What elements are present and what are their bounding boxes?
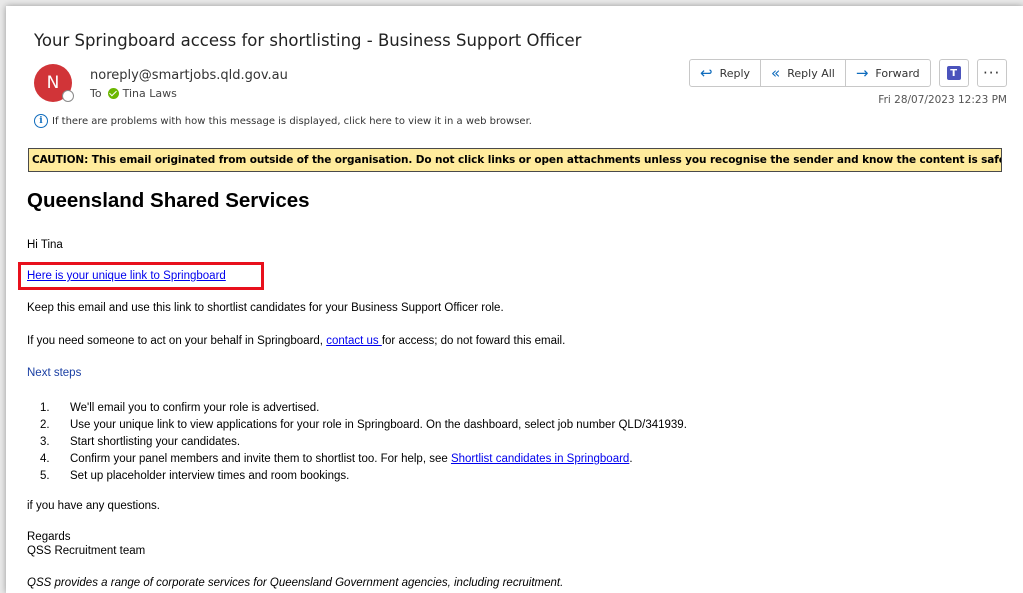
step-text: Set up placeholder interview times and r…: [70, 470, 350, 482]
footer-text: QSS provides a range of corporate servic…: [27, 577, 564, 589]
forward-button[interactable]: → Forward: [844, 60, 930, 86]
step-number: 5.: [40, 470, 50, 482]
list-item: 5. Set up placeholder interview times and…: [40, 469, 687, 486]
teams-icon: T: [946, 66, 961, 80]
step-text-after: .: [629, 453, 633, 465]
list-item: 1. We'll email you to confirm your role i…: [40, 401, 687, 418]
step-number: 2.: [40, 419, 50, 431]
questions-text: if you have any questions.: [27, 500, 160, 512]
list-item: 2. Use your unique link to view applicati…: [40, 418, 687, 435]
regards-text: Regards: [27, 531, 71, 543]
message-actions: ↩ Reply « Reply All → Forward T ···: [689, 59, 1007, 87]
reply-button[interactable]: ↩ Reply: [690, 60, 760, 86]
signature-team: QSS Recruitment team: [27, 545, 146, 557]
step-text: Start shortlisting your candidates.: [70, 436, 241, 448]
highlight-box: [18, 262, 264, 290]
list-item: 3. Start shortlisting your candidates.: [40, 435, 687, 452]
step-text: Confirm your panel members and invite th…: [70, 453, 451, 465]
step-text: We'll email you to confirm your role is …: [70, 402, 320, 414]
email-subject: Your Springboard access for shortlisting…: [34, 31, 582, 50]
list-item: 4. Confirm your panel members and invite …: [40, 452, 687, 469]
step-number: 4.: [40, 453, 50, 465]
reply-icon: ↩: [700, 64, 713, 82]
behalf-paragraph: If you need someone to act on your behal…: [27, 335, 565, 347]
next-steps-heading: Next steps: [27, 367, 82, 379]
teams-button[interactable]: T: [938, 59, 969, 87]
email-reading-pane: Your Springboard access for shortlisting…: [6, 6, 1023, 593]
step-text: Use your unique link to view application…: [70, 419, 687, 431]
caution-banner: CAUTION: This email originated from outs…: [28, 148, 1002, 172]
recipient-name[interactable]: Tina Laws: [123, 87, 177, 100]
reply-label: Reply: [719, 66, 751, 80]
reply-all-icon: «: [771, 64, 781, 82]
behalf-text-pre: If you need someone to act on your behal…: [27, 335, 327, 347]
display-problem-notice[interactable]: i If there are problems with how this me…: [34, 114, 532, 128]
avatar-initial: N: [46, 73, 60, 93]
steps-list: 1. We'll email you to confirm your role i…: [40, 401, 687, 486]
received-date: Fri 28/07/2023 12:23 PM: [878, 94, 1007, 106]
to-label: To: [90, 87, 102, 100]
forward-label: Forward: [875, 66, 920, 80]
more-actions-button[interactable]: ···: [976, 59, 1007, 87]
presence-available-icon: [107, 88, 119, 99]
reply-all-button[interactable]: « Reply All: [760, 60, 845, 86]
reply-all-label: Reply All: [787, 66, 835, 80]
display-problem-text[interactable]: If there are problems with how this mess…: [52, 116, 532, 127]
organisation-heading: Queensland Shared Services: [27, 189, 310, 212]
recipient-line: To Tina Laws: [90, 87, 177, 100]
contact-us-link[interactable]: contact us: [326, 335, 382, 347]
respond-button-group: ↩ Reply « Reply All → Forward: [689, 59, 931, 87]
presence-status-icon: [62, 90, 74, 102]
sender-address[interactable]: noreply@smartjobs.qld.gov.au: [90, 68, 288, 83]
behalf-text-post: for access; do not foward this email.: [381, 335, 566, 347]
keep-email-text: Keep this email and use this link to sho…: [27, 302, 504, 314]
step-number: 3.: [40, 436, 50, 448]
greeting: Hi Tina: [27, 239, 63, 251]
step-number: 1.: [40, 402, 50, 414]
info-icon: i: [34, 114, 48, 128]
shortlist-help-link[interactable]: Shortlist candidates in Springboard: [451, 453, 629, 465]
forward-icon: →: [855, 64, 869, 82]
